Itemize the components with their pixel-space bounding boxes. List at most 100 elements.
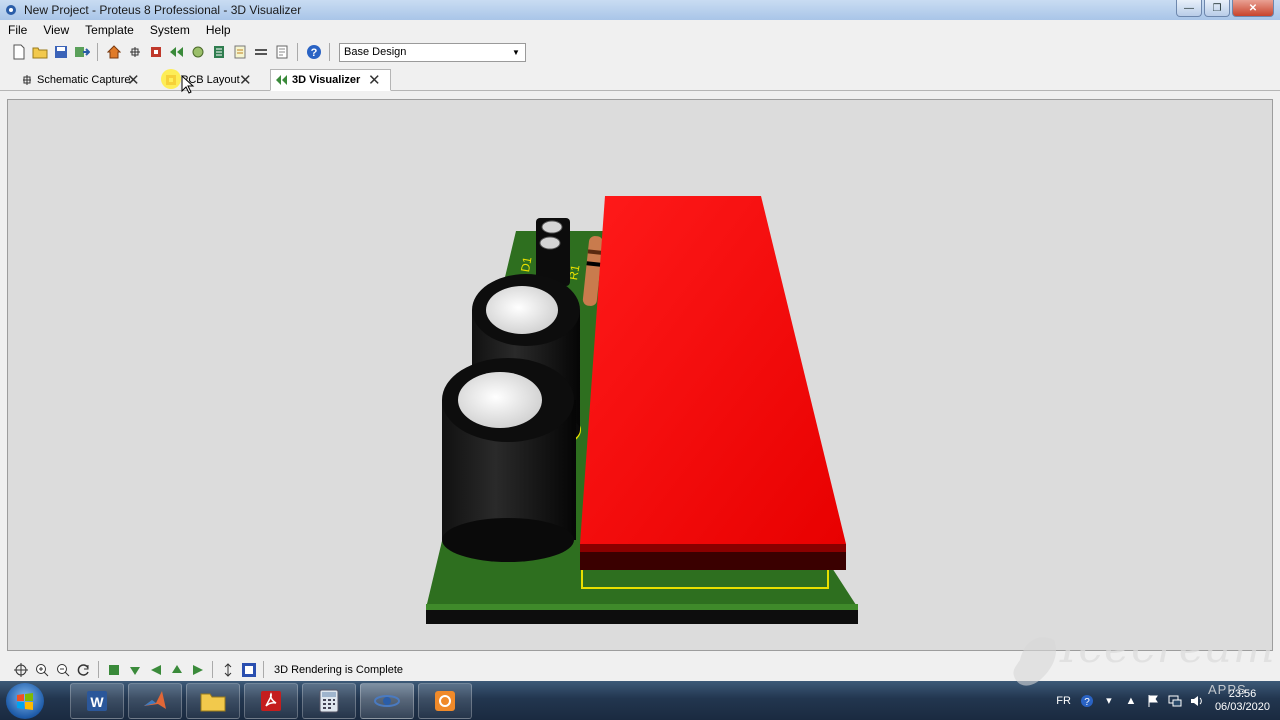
status-separator [98,661,99,678]
language-indicator[interactable]: FR [1056,695,1071,707]
explorer-taskbar-button[interactable] [186,683,240,719]
close-tab-icon[interactable]: ✕ [127,71,140,89]
variant-select[interactable]: Base Design ▼ [339,42,526,62]
capacitor-c2-cap [458,372,542,428]
svg-text:?: ? [1084,697,1090,708]
acrobat-taskbar-button[interactable] [244,683,298,719]
menu-bar: File View Template System Help [0,20,1280,40]
acrobat-icon [261,691,281,711]
help-tray-icon[interactable]: ? [1079,693,1095,709]
file-explorer-icon [200,693,226,712]
open-folder-icon[interactable] [29,42,50,62]
word-taskbar-button[interactable]: W [70,683,124,719]
rotate-icon[interactable] [73,660,94,679]
word-icon: W [87,691,107,711]
silk-label-d1: D1 [518,255,535,273]
recorder-taskbar-button[interactable] [418,683,472,719]
start-button[interactable] [6,683,44,719]
proteus-taskbar-button[interactable] [360,683,414,719]
red-component-top [580,196,846,544]
proteus-icon [374,695,400,707]
board-rim [426,604,858,610]
matlab-taskbar-button[interactable] [128,683,182,719]
front-view-icon[interactable] [124,660,145,679]
tab-label: 3D Visualizer [292,74,361,86]
new-file-icon[interactable] [8,42,29,62]
status-separator [263,661,264,678]
menu-template[interactable]: Template [77,23,142,37]
save-icon[interactable] [50,42,71,62]
toolbar-separator [297,43,298,61]
action-center-flag-icon[interactable] [1145,693,1161,709]
display-tray-icon[interactable]: ▾ [1101,693,1117,709]
zoom-in-icon[interactable] [31,660,52,679]
pcb-icon[interactable] [145,42,166,62]
netlist-icon[interactable] [250,42,271,62]
menu-system[interactable]: System [142,23,198,37]
click-highlight [161,69,181,89]
help-icon[interactable]: ? [303,42,324,62]
schematic-icon[interactable] [124,42,145,62]
import-icon[interactable] [71,42,92,62]
toolbar-separator [97,43,98,61]
matlab-icon [144,691,166,709]
top-view-icon[interactable] [103,660,124,679]
title-bar: New Project - Proteus 8 Professional - 3… [0,0,1280,20]
window-title: New Project - Proteus 8 Professional - 3… [24,3,302,17]
board-edge [426,608,858,624]
main-toolbar: ? Base Design ▼ [0,40,1280,64]
svg-text:?: ? [310,47,317,59]
back-view-icon[interactable] [166,660,187,679]
design-notes-icon[interactable] [229,42,250,62]
right-view-icon[interactable] [187,660,208,679]
maximize-button[interactable]: ❐ [1204,0,1230,17]
status-separator [212,661,213,678]
watermark-brand: Icecream [1060,622,1276,673]
3d-tab-icon [275,73,289,87]
status-message: 3D Rendering is Complete [274,663,404,676]
report-icon[interactable] [271,42,292,62]
clock-date: 06/03/2020 [1214,700,1270,713]
svg-text:W: W [90,694,104,710]
bom-icon[interactable] [208,42,229,62]
terminal-screw [541,220,563,234]
capacitor-c2-bottom [442,518,574,562]
chevron-down-icon: ▼ [512,47,520,57]
3d-viewport[interactable]: C2 R1 D1 [7,99,1273,651]
calculator-taskbar-button[interactable] [302,683,356,719]
close-window-button[interactable]: ✕ [1232,0,1274,17]
volume-icon[interactable] [1189,693,1205,709]
watermark-sub: APPS [1208,682,1247,697]
network-icon[interactable] [1167,693,1183,709]
capacitor-c1-cap [486,286,558,334]
home-icon[interactable] [103,42,124,62]
minimize-button[interactable]: — [1176,0,1202,17]
calculator-icon [319,689,339,713]
variant-select-value: Base Design [344,46,407,58]
3d-visualizer-icon[interactable] [166,42,187,62]
red-component-shade [580,544,846,552]
fit-icon[interactable] [238,660,259,679]
zoom-out-icon[interactable] [52,660,73,679]
tab-schematic-capture[interactable]: Schematic Capture ✕ [16,69,146,91]
windows-taskbar: W FR ? ▾ ▲ 23:56 06/03/2020 [0,681,1280,720]
tab-label: Schematic Capture [37,74,131,86]
proteus-app-icon [6,5,16,15]
mouse-cursor-icon [181,75,195,94]
pan-icon[interactable] [10,660,31,679]
left-view-icon[interactable] [145,660,166,679]
toolbar-separator [329,43,330,61]
recorder-icon [435,691,455,711]
pcb-3d-render: C2 R1 D1 [426,196,858,624]
height-icon[interactable] [217,660,238,679]
menu-help[interactable]: Help [198,23,239,37]
close-tab-icon[interactable]: ✕ [368,71,381,89]
gerber-icon[interactable] [187,42,208,62]
show-hidden-icons-icon[interactable]: ▲ [1123,693,1139,709]
menu-file[interactable]: File [0,23,35,37]
tab-3d-visualizer[interactable]: 3D Visualizer ✕ [270,69,391,91]
menu-view[interactable]: View [35,23,77,37]
schematic-tab-icon [20,73,34,87]
close-tab-icon[interactable]: ✕ [239,71,252,89]
terminal-screw [539,236,561,250]
